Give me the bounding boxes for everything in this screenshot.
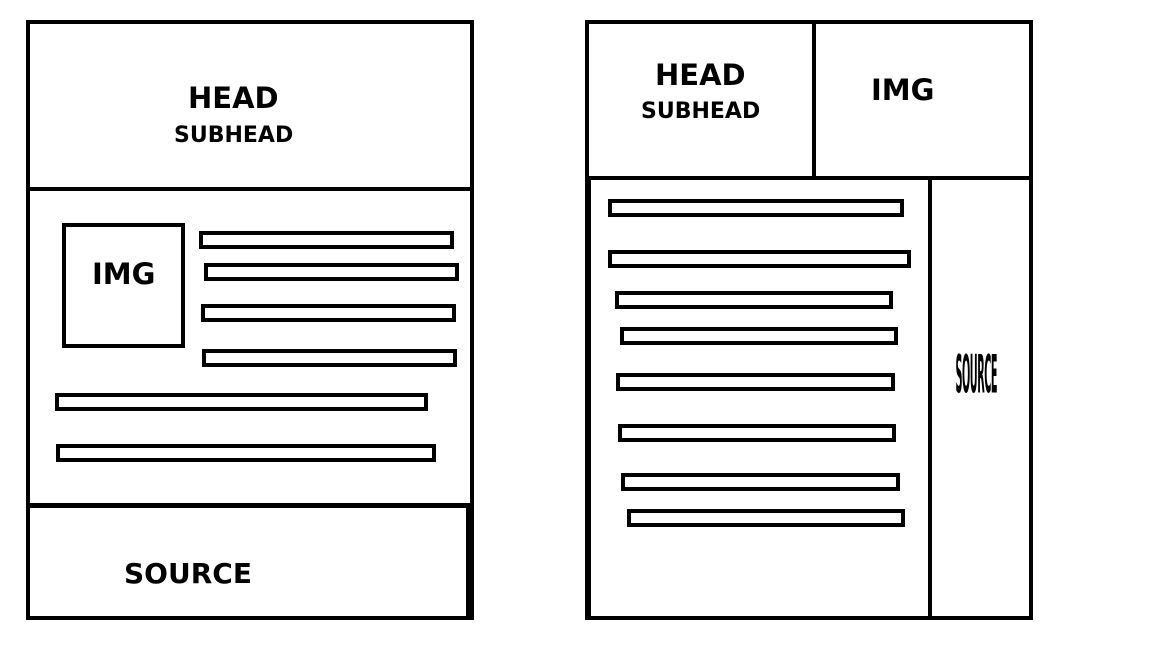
layout-1-source-label: SOURCE xyxy=(124,557,252,590)
layout-1-text-line xyxy=(202,349,457,367)
layout-1-img-label: IMG xyxy=(92,257,156,291)
layout-2-text-line xyxy=(618,424,896,442)
layout-2-text-line xyxy=(616,373,895,391)
layout-2-source-label: SOURCE xyxy=(955,349,997,407)
layout-1-text-line xyxy=(56,444,436,462)
layout-2-subhead-label: SUBHEAD xyxy=(641,99,761,124)
layout-1-text-line xyxy=(55,393,428,411)
layout-2-head-label: HEAD xyxy=(655,58,746,92)
layout-2-text-line xyxy=(608,250,911,268)
layout-2-body-section xyxy=(587,176,932,620)
layout-1-text-line xyxy=(204,263,459,281)
layout-1-head-label: HEAD xyxy=(188,81,279,115)
layout-2-text-line xyxy=(620,327,898,345)
layout-1-text-line xyxy=(199,231,454,249)
layout-2-source-label-wrap: SOURCE xyxy=(948,349,1004,407)
layout-1-subhead-label: SUBHEAD xyxy=(174,123,294,148)
layout-1-text-line xyxy=(201,304,456,322)
layout-2-text-line xyxy=(608,199,904,217)
layout-2-img-label: IMG xyxy=(871,73,935,107)
layout-2-text-line xyxy=(615,291,893,309)
layout-2-text-line xyxy=(621,473,900,491)
layout-2-text-line xyxy=(627,509,905,527)
